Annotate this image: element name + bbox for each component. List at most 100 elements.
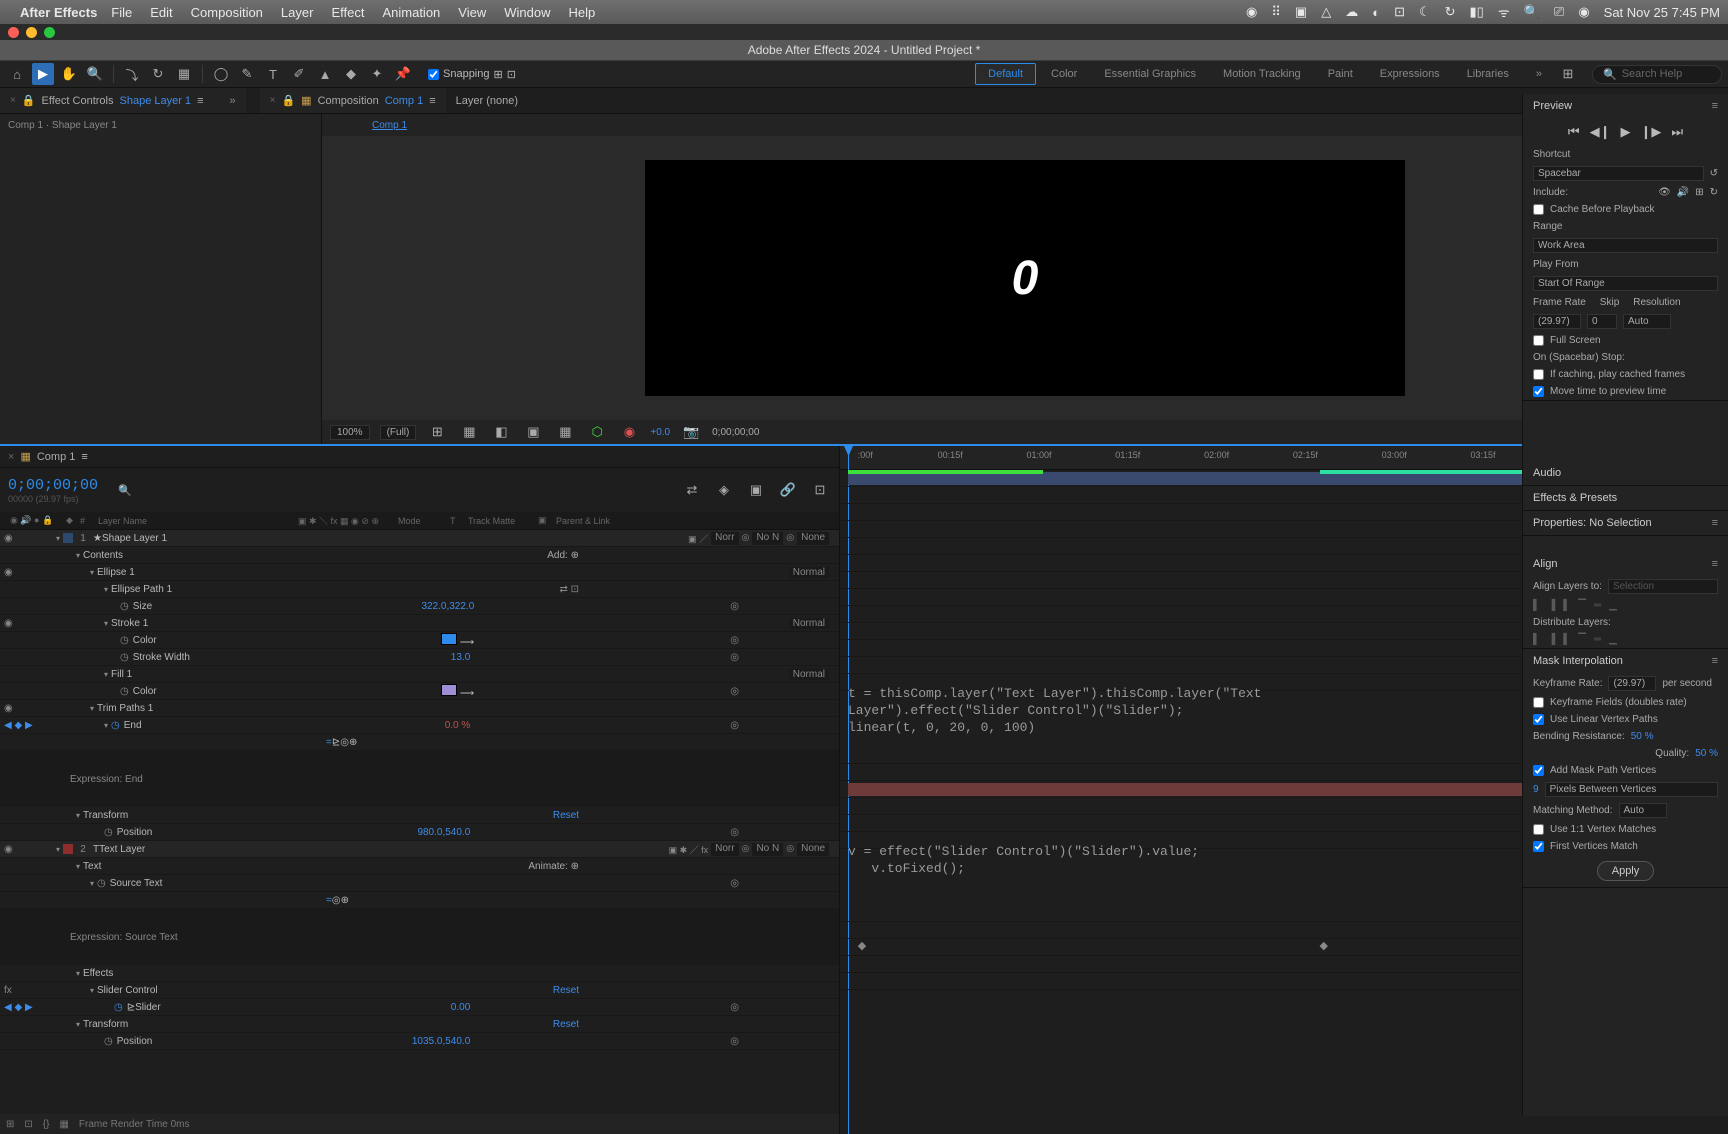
align-hcenter-icon[interactable]: ▐ — [1548, 600, 1555, 611]
twirl-icon[interactable]: ▾ — [56, 534, 60, 543]
status-icon[interactable]: ⊡ — [1394, 4, 1405, 20]
close-window-button[interactable] — [8, 27, 19, 38]
prop-row[interactable]: ◷Stroke Width13.0◎ — [0, 649, 839, 666]
expr-language-icon[interactable]: ⊕ — [349, 737, 357, 748]
shortcut-select[interactable]: Spacebar — [1533, 166, 1704, 181]
stopwatch-icon[interactable]: ◷ — [114, 1002, 123, 1013]
distribute-icon[interactable]: ═ — [1594, 634, 1601, 645]
expr-graph-icon[interactable]: ⊵ — [332, 737, 340, 748]
play-icon[interactable]: ▶ — [1621, 124, 1631, 140]
pickwhip-icon[interactable]: ◎ — [730, 827, 739, 838]
keyframe-icon[interactable]: ◆ — [858, 939, 866, 952]
workspace-color[interactable]: Color — [1039, 64, 1089, 84]
reset-link[interactable]: Reset — [553, 810, 579, 821]
snapshot-icon[interactable]: 📷 — [680, 421, 702, 443]
layer-name[interactable]: Shape Layer 1 — [102, 533, 167, 544]
vertices-mode-select[interactable]: Pixels Between Vertices — [1545, 782, 1718, 797]
pickwhip-icon[interactable]: ◎ — [730, 878, 739, 889]
prop-row[interactable]: ▾ContentsAdd: ⊕ — [0, 547, 839, 564]
expr-toolbar-row[interactable]: = ◎ ⊕ — [0, 892, 839, 909]
visibility-icon[interactable]: ◉ — [4, 844, 13, 855]
tab-menu-icon[interactable]: ≡ — [429, 95, 435, 107]
composition-tab[interactable]: × 🔒 ▦ Composition Comp 1 ≡ — [260, 88, 446, 113]
tl-option-icon[interactable]: ⇄ — [681, 479, 703, 501]
prop-row[interactable]: ▾TransformReset — [0, 1016, 839, 1033]
search-input[interactable]: 🔍 — [118, 484, 132, 497]
first-vertices-checkbox[interactable] — [1533, 841, 1544, 852]
pickwhip-icon[interactable]: ◎ — [730, 652, 739, 663]
reset-link[interactable]: Reset — [553, 1019, 579, 1030]
video-icon[interactable]: 👁 — [1658, 187, 1671, 198]
transparency-icon[interactable]: ▦ — [554, 421, 576, 443]
vertices-count[interactable]: 9 — [1533, 784, 1539, 795]
tl-option-icon[interactable]: ▣ — [745, 479, 767, 501]
prop-row[interactable]: ◀ ◆ ▶◷⊵ Slider0.00◎ — [0, 999, 839, 1016]
label-swatch[interactable] — [63, 533, 73, 543]
visibility-icon[interactable]: ◉ — [4, 567, 13, 578]
status-icon[interactable]: △ — [1321, 4, 1331, 20]
label-swatch[interactable] — [63, 844, 73, 854]
overlay-icon[interactable]: ⊞ — [1695, 187, 1703, 198]
distribute-icon[interactable]: ▔ — [1578, 634, 1586, 645]
prop-row[interactable]: ▾Fill 1Normal — [0, 666, 839, 683]
pickwhip-icon[interactable]: ◎ — [730, 720, 739, 731]
app-name[interactable]: After Effects — [20, 5, 97, 20]
stopwatch-icon[interactable]: ◷ — [104, 1036, 113, 1047]
search-icon[interactable]: 🔍 — [1524, 4, 1540, 20]
grid-icon[interactable]: ⊞ — [426, 421, 448, 443]
twirl-icon[interactable]: ▾ — [56, 845, 60, 854]
fx-icon[interactable]: fx — [4, 985, 12, 996]
orbit-tool[interactable]: ⤵ — [121, 63, 143, 85]
align-target[interactable]: Selection — [1608, 579, 1718, 594]
battery-icon[interactable]: ▮▯ — [1470, 4, 1484, 20]
pickwhip-icon[interactable]: ◎ — [730, 1036, 739, 1047]
quality-value[interactable]: 50 % — [1695, 748, 1718, 759]
workspace-libraries[interactable]: Libraries — [1455, 64, 1521, 84]
shape-tool[interactable]: ◯ — [210, 63, 232, 85]
prop-row[interactable]: ◷Size322.0,322.0◎ — [0, 598, 839, 615]
workspace-expressions[interactable]: Expressions — [1368, 64, 1452, 84]
color-swatch[interactable] — [441, 684, 457, 696]
matching-select[interactable]: Auto — [1619, 803, 1667, 818]
matte-select[interactable]: No N — [752, 843, 783, 856]
pickwhip-icon[interactable]: ◎ — [730, 686, 739, 697]
eyedropper-icon[interactable]: ⟶ — [460, 637, 474, 648]
apply-button[interactable]: Apply — [1597, 861, 1655, 881]
puppet-tool[interactable]: 📌 — [392, 63, 414, 85]
layer-row[interactable]: ◉ ▾ 1 ★ Shape Layer 1 ▣ ／ Norr ◎ No N ◎ … — [0, 530, 839, 547]
fps-select[interactable]: (29.97) — [1533, 314, 1581, 329]
visibility-icon[interactable]: ◉ — [4, 703, 13, 714]
audio-icon[interactable]: 🔊 — [1677, 187, 1689, 198]
stopwatch-icon[interactable]: ◷ — [120, 601, 129, 612]
status-icon[interactable]: ☁ — [1345, 4, 1358, 20]
stopwatch-icon[interactable]: ◷ — [97, 878, 106, 889]
layer-switches[interactable]: ▣ ／ Norr ◎ No N ◎ None — [688, 532, 829, 545]
tab-menu-icon[interactable]: ≡ — [81, 451, 87, 463]
properties-panel-header[interactable]: Properties: No Selection≡ — [1523, 511, 1728, 535]
tl-option-icon[interactable]: ⊡ — [809, 479, 831, 501]
effect-controls-tab[interactable]: × 🔒 Effect Controls Shape Layer 1 ≡ » — [0, 88, 246, 113]
align-right-icon[interactable]: ▌ — [1563, 600, 1570, 611]
hand-tool[interactable]: ✋ — [58, 63, 80, 85]
panel-menu-icon[interactable]: ≡ — [1712, 655, 1718, 667]
control-center-icon[interactable]: ⎚ — [1554, 4, 1564, 20]
fullscreen-checkbox[interactable] — [1533, 335, 1544, 346]
distribute-icon[interactable]: ▌ — [1563, 634, 1570, 645]
prop-row[interactable]: ▾Effects — [0, 965, 839, 982]
lock-icon[interactable]: 🔒 — [281, 94, 295, 107]
end-value[interactable]: 0.0 % — [445, 720, 471, 731]
workspace-overflow-icon[interactable]: » — [1524, 64, 1554, 84]
slider-value[interactable]: 0.00 — [451, 1002, 470, 1013]
expr-pickwhip-icon[interactable]: ◎ — [332, 895, 341, 906]
cache-checkbox[interactable] — [1533, 204, 1544, 215]
search-help[interactable]: 🔍 Search Help — [1592, 65, 1722, 84]
distribute-icon[interactable]: ▁ — [1609, 634, 1617, 645]
next-frame-icon[interactable]: ❙▶ — [1641, 124, 1662, 140]
workspace-default[interactable]: Default — [975, 63, 1036, 85]
mask-icon[interactable]: ◧ — [490, 421, 512, 443]
align-bottom-icon[interactable]: ▁ — [1609, 600, 1617, 611]
exposure-value[interactable]: +0.0 — [650, 427, 670, 438]
pen-tool[interactable]: ✎ — [236, 63, 258, 85]
workspace-paint[interactable]: Paint — [1316, 64, 1365, 84]
graph-icon[interactable]: ⊵ — [127, 1002, 135, 1013]
